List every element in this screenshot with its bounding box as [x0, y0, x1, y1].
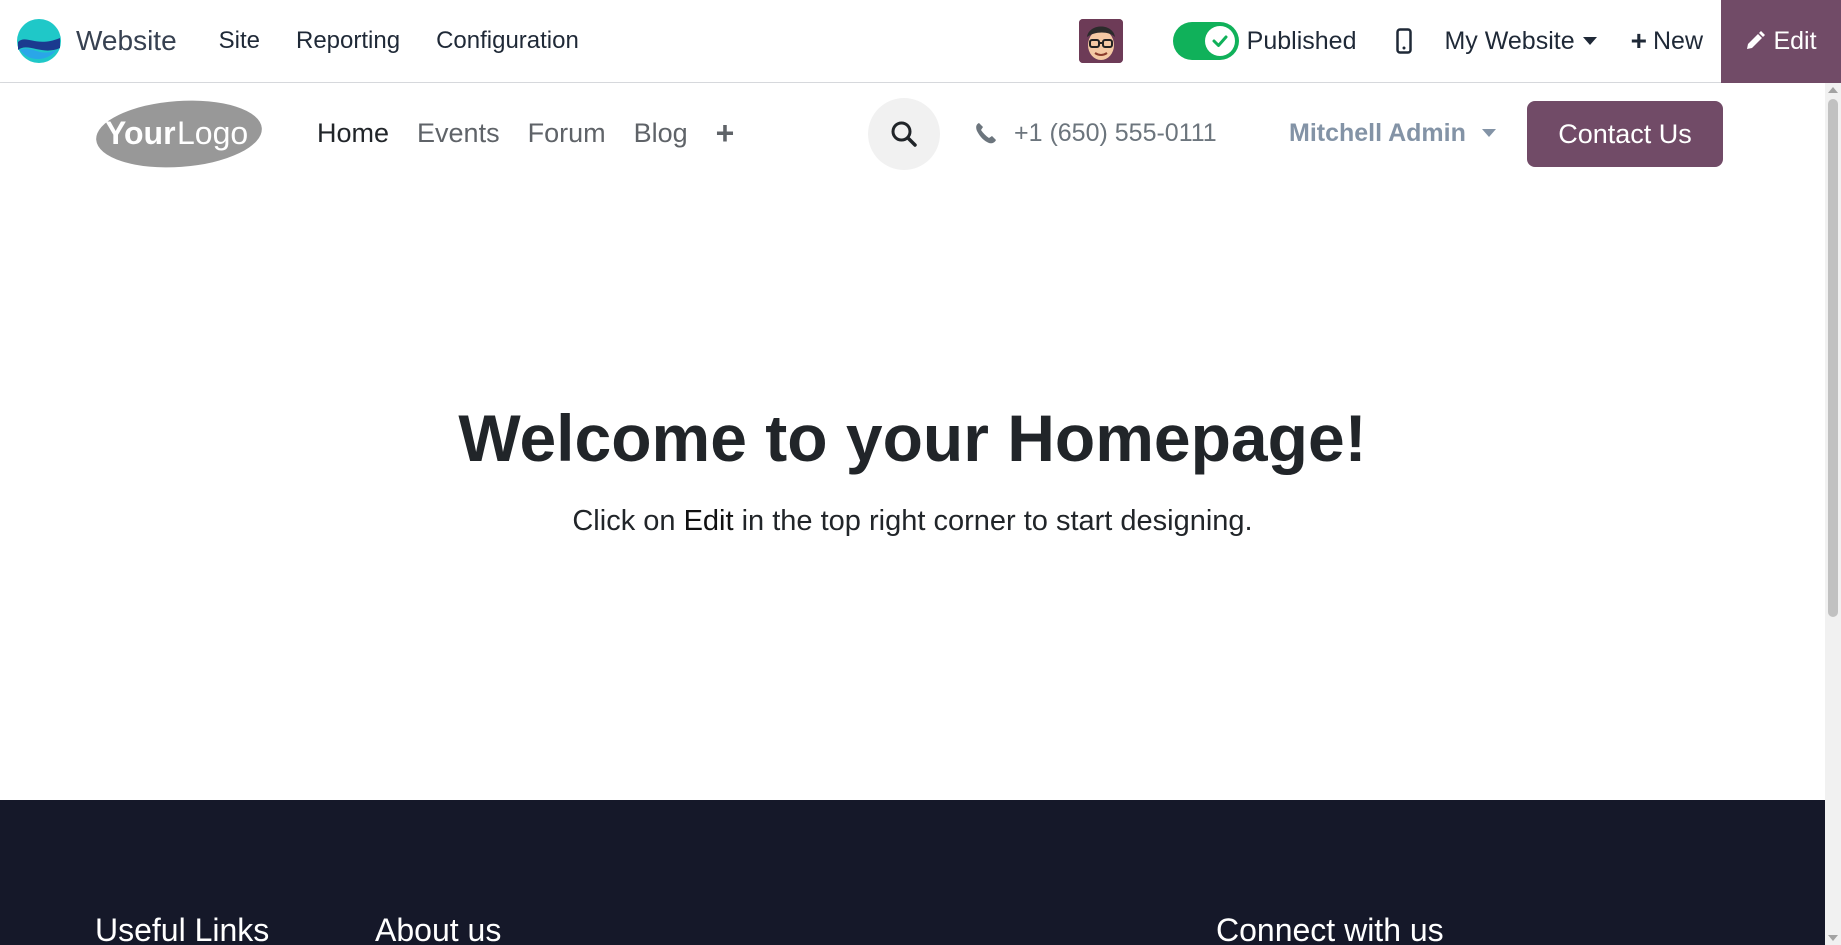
check-icon	[1204, 26, 1235, 56]
hero-title: Welcome to your Homepage!	[0, 405, 1825, 471]
phone-link[interactable]: +1 (650) 555-0111	[974, 83, 1217, 183]
user-menu[interactable]: Mitchell Admin	[1289, 83, 1496, 183]
menu-site[interactable]: Site	[201, 0, 278, 82]
phone-icon	[976, 123, 996, 144]
plus-icon: +	[1630, 25, 1647, 56]
systray: Published My Website + New Edit	[1078, 0, 1841, 83]
site-footer: Useful Links About us Connect with us	[0, 800, 1825, 945]
nav-events[interactable]: Events	[403, 118, 514, 149]
menu-reporting[interactable]: Reporting	[278, 0, 418, 82]
nav-blog[interactable]: Blog	[620, 118, 702, 149]
logo-text-bold: Your	[105, 115, 176, 151]
new-label: New	[1652, 26, 1703, 55]
website-header: Your Logo Home Events Forum Blog + +1 (6…	[0, 83, 1825, 183]
site-logo[interactable]: Your Logo	[95, 97, 263, 169]
hero-subtitle-part2: in the top right corner to start designi…	[733, 505, 1253, 537]
page-scrollbar[interactable]	[1825, 83, 1841, 945]
website-app-icon	[17, 19, 61, 63]
search-icon	[891, 121, 917, 147]
search-button[interactable]	[868, 98, 940, 170]
app-name: Website	[76, 25, 177, 56]
hero-title-bold: Homepage	[1007, 401, 1345, 475]
add-menu-plus-icon[interactable]: +	[702, 115, 749, 152]
user-avatar[interactable]	[1078, 19, 1123, 63]
mobile-preview-icon[interactable]	[1392, 24, 1416, 58]
edit-label: Edit	[1773, 26, 1817, 55]
hero-title-part1: Welcome to your	[458, 401, 1008, 475]
toggle-switch[interactable]	[1172, 22, 1239, 60]
phone-number: +1 (650) 555-0111	[1014, 118, 1217, 147]
menu-configuration[interactable]: Configuration	[418, 0, 597, 82]
footer-about-us-heading: About us	[375, 912, 502, 945]
hero-subtitle-part1: Click on	[572, 505, 684, 537]
hero-subtitle: Click on Edit in the top right corner to…	[0, 505, 1825, 538]
edit-button[interactable]: Edit	[1721, 0, 1841, 83]
app-menu: Site Reporting Configuration	[201, 0, 597, 82]
new-button[interactable]: + New	[1631, 25, 1703, 57]
scroll-thumb[interactable]	[1828, 99, 1838, 617]
app-brand[interactable]: Website	[16, 0, 177, 82]
scroll-up-arrow-icon[interactable]	[1828, 87, 1838, 93]
nav-home[interactable]: Home	[303, 118, 403, 149]
logo-text-light: Logo	[177, 115, 248, 151]
scroll-down-arrow-icon[interactable]	[1828, 935, 1838, 941]
hero-section: Welcome to your Homepage! Click on Edit …	[0, 183, 1825, 800]
odoo-navbar: Website Site Reporting Configuration Pub…	[0, 0, 1841, 83]
site-nav: Home Events Forum Blog +	[303, 83, 748, 183]
footer-useful-links-heading: Useful Links	[95, 912, 270, 945]
publish-label: Published	[1246, 26, 1357, 55]
contact-us-button[interactable]: Contact Us	[1527, 101, 1723, 167]
hero-subtitle-bold: Edit	[683, 505, 734, 537]
user-name: Mitchell Admin	[1289, 118, 1466, 147]
publish-toggle[interactable]: Published	[1172, 22, 1357, 60]
website-switcher[interactable]: My Website	[1444, 26, 1597, 56]
pencil-icon	[1747, 31, 1766, 49]
chevron-down-icon	[1481, 129, 1496, 137]
avatar-face-icon	[1078, 19, 1123, 63]
website-switcher-label: My Website	[1444, 26, 1575, 55]
footer-connect-heading: Connect with us	[1216, 912, 1444, 945]
hero-title-part2: !	[1344, 401, 1367, 475]
nav-forum[interactable]: Forum	[514, 118, 620, 149]
chevron-down-icon	[1582, 37, 1597, 45]
